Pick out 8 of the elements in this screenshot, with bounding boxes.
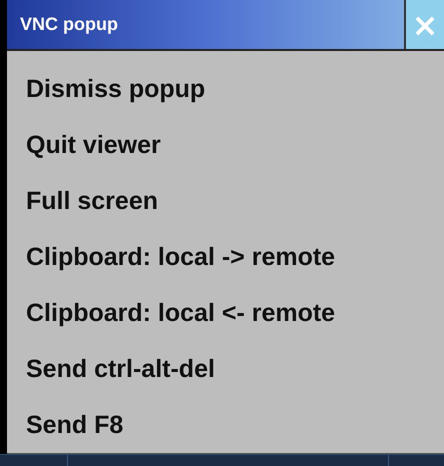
window-title: VNC popup <box>19 13 119 36</box>
menu-item[interactable]: Full screen <box>7 173 444 229</box>
menu-item[interactable]: Clipboard: local <- remote <box>7 285 444 341</box>
menu-item[interactable]: Quit viewer <box>7 117 444 173</box>
menu-item[interactable]: Dismiss popup <box>7 61 444 117</box>
menu-item[interactable]: Clipboard: local -> remote <box>7 229 444 285</box>
menu-item[interactable]: Send F8 <box>7 397 444 453</box>
menu-item[interactable]: Send ctrl-alt-del <box>7 341 444 397</box>
